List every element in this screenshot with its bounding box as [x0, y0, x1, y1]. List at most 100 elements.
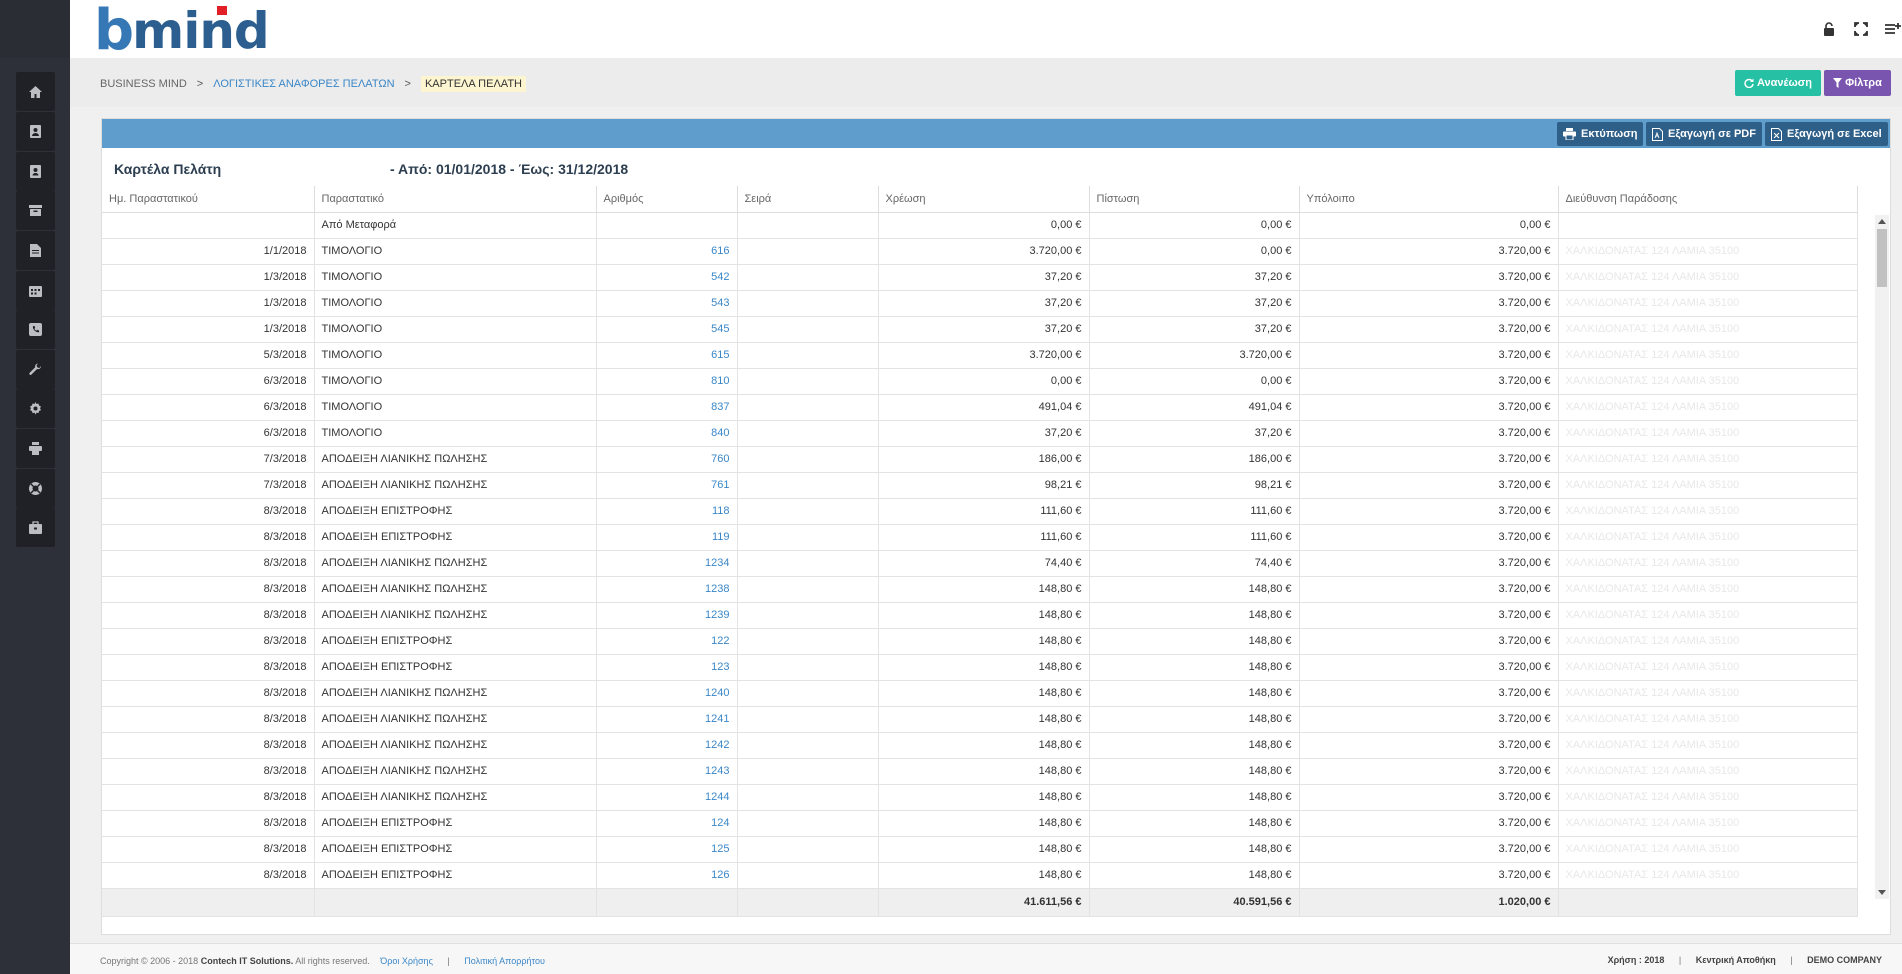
table-row[interactable]: 1/3/2018 ΤΙΜΟΛΟΓΙΟ 543 37,20 €37,20 €3.720,… — [102, 290, 1858, 317]
table-row[interactable]: 8/3/2018 ΑΠΟΔΕΙΞΗ ΛΙΑΝΙΚΗΣ ΠΩΛΗΣΗΣ 1238 148… — [102, 576, 1858, 603]
sidebar-nav-printer[interactable] — [16, 429, 55, 468]
table-cell: 1/3/2018 — [102, 290, 315, 317]
column-header[interactable]: Αριθμός — [596, 186, 738, 213]
sidebar-nav-contacts-book[interactable] — [16, 112, 55, 151]
sidebar-nav-wrench[interactable] — [16, 350, 55, 389]
lock-icon[interactable] — [1820, 20, 1838, 38]
table-cell: ΧΑΛΚΙΔΟΝΑΤΑΣ 124 ΛΑΜΙΑ 35100 — [1558, 368, 1858, 395]
sidebar-nav-phone[interactable] — [16, 310, 55, 349]
column-header[interactable]: Πίστωση — [1089, 186, 1300, 213]
document-number-link[interactable]: 615 — [596, 342, 738, 369]
table-cell: 148,80 € — [878, 602, 1090, 629]
document-number-link[interactable]: 761 — [596, 472, 738, 499]
print-button[interactable]: Εκτύπωση — [1557, 122, 1644, 146]
document-number-link[interactable]: 837 — [596, 394, 738, 421]
table-row[interactable]: 8/3/2018 ΑΠΟΔΕΙΞΗ ΛΙΑΝΙΚΗΣ ΠΩΛΗΣΗΣ 1244 148… — [102, 784, 1858, 811]
sidebar-nav-address-card[interactable] — [16, 152, 55, 191]
table-row[interactable]: 8/3/2018 ΑΠΟΔΕΙΞΗ ΕΠΙΣΤΡΟΦΗΣ 126 148,80 €14… — [102, 862, 1858, 889]
table-scrollbar[interactable] — [1875, 215, 1889, 899]
filter-button[interactable]: Φίλτρα — [1824, 70, 1891, 96]
table-row[interactable]: 8/3/2018 ΑΠΟΔΕΙΞΗ ΛΙΑΝΙΚΗΣ ΠΩΛΗΣΗΣ 1239 148… — [102, 602, 1858, 629]
privacy-link[interactable]: Πολιτική Απορρήτου — [464, 956, 545, 966]
document-number-link[interactable]: 1242 — [596, 732, 738, 759]
document-number-link[interactable]: 125 — [596, 836, 738, 863]
sidebar-nav-home[interactable] — [16, 72, 55, 111]
sidebar-nav-document[interactable] — [16, 231, 55, 270]
document-number-link[interactable]: 1239 — [596, 602, 738, 629]
menu-add-icon[interactable] — [1884, 20, 1902, 38]
terms-link[interactable]: Όροι Χρήσης — [380, 956, 433, 966]
table-row[interactable]: 7/3/2018 ΑΠΟΔΕΙΞΗ ΛΙΑΝΙΚΗΣ ΠΩΛΗΣΗΣ 760 186,… — [102, 446, 1858, 473]
table-row[interactable]: 8/3/2018 ΑΠΟΔΕΙΞΗ ΕΠΙΣΤΡΟΦΗΣ 122 148,80 €14… — [102, 628, 1858, 655]
document-number-link[interactable]: 123 — [596, 654, 738, 681]
breadcrumb-item-business-mind[interactable]: BUSINESS MIND — [100, 78, 187, 90]
table-cell: 3.720,00 € — [1299, 394, 1559, 421]
document-number-link[interactable]: 119 — [596, 524, 738, 551]
table-cell: 8/3/2018 — [102, 602, 315, 629]
document-number-link[interactable]: 1234 — [596, 550, 738, 577]
document-number-link[interactable]: 118 — [596, 498, 738, 525]
column-header[interactable]: Σειρά — [737, 186, 879, 213]
table-row[interactable]: 6/3/2018 ΤΙΜΟΛΟΓΙΟ 810 0,00 €0,00 €3.720,00… — [102, 368, 1858, 395]
sidebar-nav-calendar[interactable] — [16, 271, 55, 310]
document-number-link[interactable]: 1244 — [596, 784, 738, 811]
export-pdf-button[interactable]: Εξαγωγή σε PDF — [1646, 122, 1762, 146]
document-number-link[interactable]: 545 — [596, 316, 738, 343]
document-number-link[interactable] — [596, 212, 738, 239]
column-header[interactable]: Χρέωση — [878, 186, 1090, 213]
sidebar-nav-toolbox[interactable] — [16, 508, 55, 547]
document-number-link[interactable]: 542 — [596, 264, 738, 291]
scroll-up-arrow[interactable] — [1878, 219, 1886, 224]
column-header[interactable]: Παραστατικό — [314, 186, 597, 213]
table-row[interactable]: 6/3/2018 ΤΙΜΟΛΟΓΙΟ 840 37,20 €37,20 €3.720,… — [102, 420, 1858, 447]
column-header[interactable]: Ημ. Παραστατικού — [102, 186, 315, 213]
table-row[interactable]: 8/3/2018 ΑΠΟΔΕΙΞΗ ΛΙΑΝΙΚΗΣ ΠΩΛΗΣΗΣ 1241 148… — [102, 706, 1858, 733]
table-cell: 148,80 € — [1089, 732, 1300, 759]
document-number-link[interactable]: 1243 — [596, 758, 738, 785]
table-row[interactable]: 8/3/2018 ΑΠΟΔΕΙΞΗ ΛΙΑΝΙΚΗΣ ΠΩΛΗΣΗΣ 1240 148… — [102, 680, 1858, 707]
table-row[interactable]: Από Μεταφορά 0,00 €0,00 €0,00 € — [102, 212, 1858, 239]
table-row[interactable]: 8/3/2018 ΑΠΟΔΕΙΞΗ ΕΠΙΣΤΡΟΦΗΣ 118 111,60 €11… — [102, 498, 1858, 525]
table-row[interactable]: 8/3/2018 ΑΠΟΔΕΙΞΗ ΛΙΑΝΙΚΗΣ ΠΩΛΗΣΗΣ 1243 148… — [102, 758, 1858, 785]
sidebar-nav-gear[interactable] — [16, 389, 55, 428]
table-row[interactable]: 8/3/2018 ΑΠΟΔΕΙΞΗ ΕΠΙΣΤΡΟΦΗΣ 124 148,80 €14… — [102, 810, 1858, 837]
column-header[interactable]: Διεύθυνση Παράδοσης — [1558, 186, 1858, 213]
scrollbar-thumb[interactable] — [1877, 229, 1887, 287]
export-excel-button[interactable]: Εξαγωγή σε Excel — [1765, 122, 1888, 146]
table-cell: ΑΠΟΔΕΙΞΗ ΕΠΙΣΤΡΟΦΗΣ — [314, 836, 597, 863]
table-row[interactable]: 1/3/2018 ΤΙΜΟΛΟΓΙΟ 545 37,20 €37,20 €3.720,… — [102, 316, 1858, 343]
document-number-link[interactable]: 543 — [596, 290, 738, 317]
table-row[interactable]: 8/3/2018 ΑΠΟΔΕΙΞΗ ΛΙΑΝΙΚΗΣ ΠΩΛΗΣΗΣ 1242 148… — [102, 732, 1858, 759]
document-number-link[interactable]: 122 — [596, 628, 738, 655]
sidebar-nav-archive[interactable] — [16, 191, 55, 230]
table-cell: ΧΑΛΚΙΔΟΝΑΤΑΣ 124 ΛΑΜΙΑ 35100 — [1558, 264, 1858, 291]
column-header[interactable]: Υπόλοιπο — [1299, 186, 1559, 213]
table-row[interactable]: 7/3/2018 ΑΠΟΔΕΙΞΗ ΛΙΑΝΙΚΗΣ ΠΩΛΗΣΗΣ 761 98,2… — [102, 472, 1858, 499]
document-number-link[interactable]: 1241 — [596, 706, 738, 733]
scroll-down-arrow[interactable] — [1878, 890, 1886, 895]
document-number-link[interactable]: 1240 — [596, 680, 738, 707]
table-row[interactable]: 8/3/2018 ΑΠΟΔΕΙΞΗ ΕΠΙΣΤΡΟΦΗΣ 123 148,80 €14… — [102, 654, 1858, 681]
document-number-link[interactable]: 840 — [596, 420, 738, 447]
document-number-link[interactable]: 1238 — [596, 576, 738, 603]
document-number-link[interactable]: 126 — [596, 862, 738, 889]
document-number-link[interactable]: 124 — [596, 810, 738, 837]
table-row[interactable]: 8/3/2018 ΑΠΟΔΕΙΞΗ ΕΠΙΣΤΡΟΦΗΣ 125 148,80 €14… — [102, 836, 1858, 863]
table-cell: ΑΠΟΔΕΙΞΗ ΕΠΙΣΤΡΟΦΗΣ — [314, 524, 597, 551]
table-row[interactable]: 6/3/2018 ΤΙΜΟΛΟΓΙΟ 837 491,04 €491,04 €3.72… — [102, 394, 1858, 421]
bmind-logo[interactable]: b mind — [94, 3, 270, 59]
breadcrumb-item-reports[interactable]: ΛΟΓΙΣΤΙΚΕΣ ΑΝΑΦΟΡΕΣ ΠΕΛΑΤΩΝ — [213, 78, 394, 90]
sidebar-nav-support-lifebuoy[interactable] — [16, 469, 55, 508]
table-row[interactable]: 1/1/2018 ΤΙΜΟΛΟΓΙΟ 616 3.720,00 €0,00 €3.72… — [102, 238, 1858, 265]
table-cell — [102, 212, 315, 239]
document-number-link[interactable]: 810 — [596, 368, 738, 395]
table-row[interactable]: 8/3/2018 ΑΠΟΔΕΙΞΗ ΛΙΑΝΙΚΗΣ ΠΩΛΗΣΗΣ 1234 74,… — [102, 550, 1858, 577]
table-cell: 3.720,00 € — [1299, 550, 1559, 577]
refresh-button[interactable]: Ανανέωση — [1735, 70, 1821, 96]
table-row[interactable]: 8/3/2018 ΑΠΟΔΕΙΞΗ ΕΠΙΣΤΡΟΦΗΣ 119 111,60 €11… — [102, 524, 1858, 551]
table-row[interactable]: 5/3/2018 ΤΙΜΟΛΟΓΙΟ 615 3.720,00 €3.720,00 €… — [102, 342, 1858, 369]
fullscreen-icon[interactable] — [1852, 20, 1870, 38]
document-number-link[interactable]: 760 — [596, 446, 738, 473]
table-row[interactable]: 1/3/2018 ΤΙΜΟΛΟΓΙΟ 542 37,20 €37,20 €3.720,… — [102, 264, 1858, 291]
document-number-link[interactable]: 616 — [596, 238, 738, 265]
